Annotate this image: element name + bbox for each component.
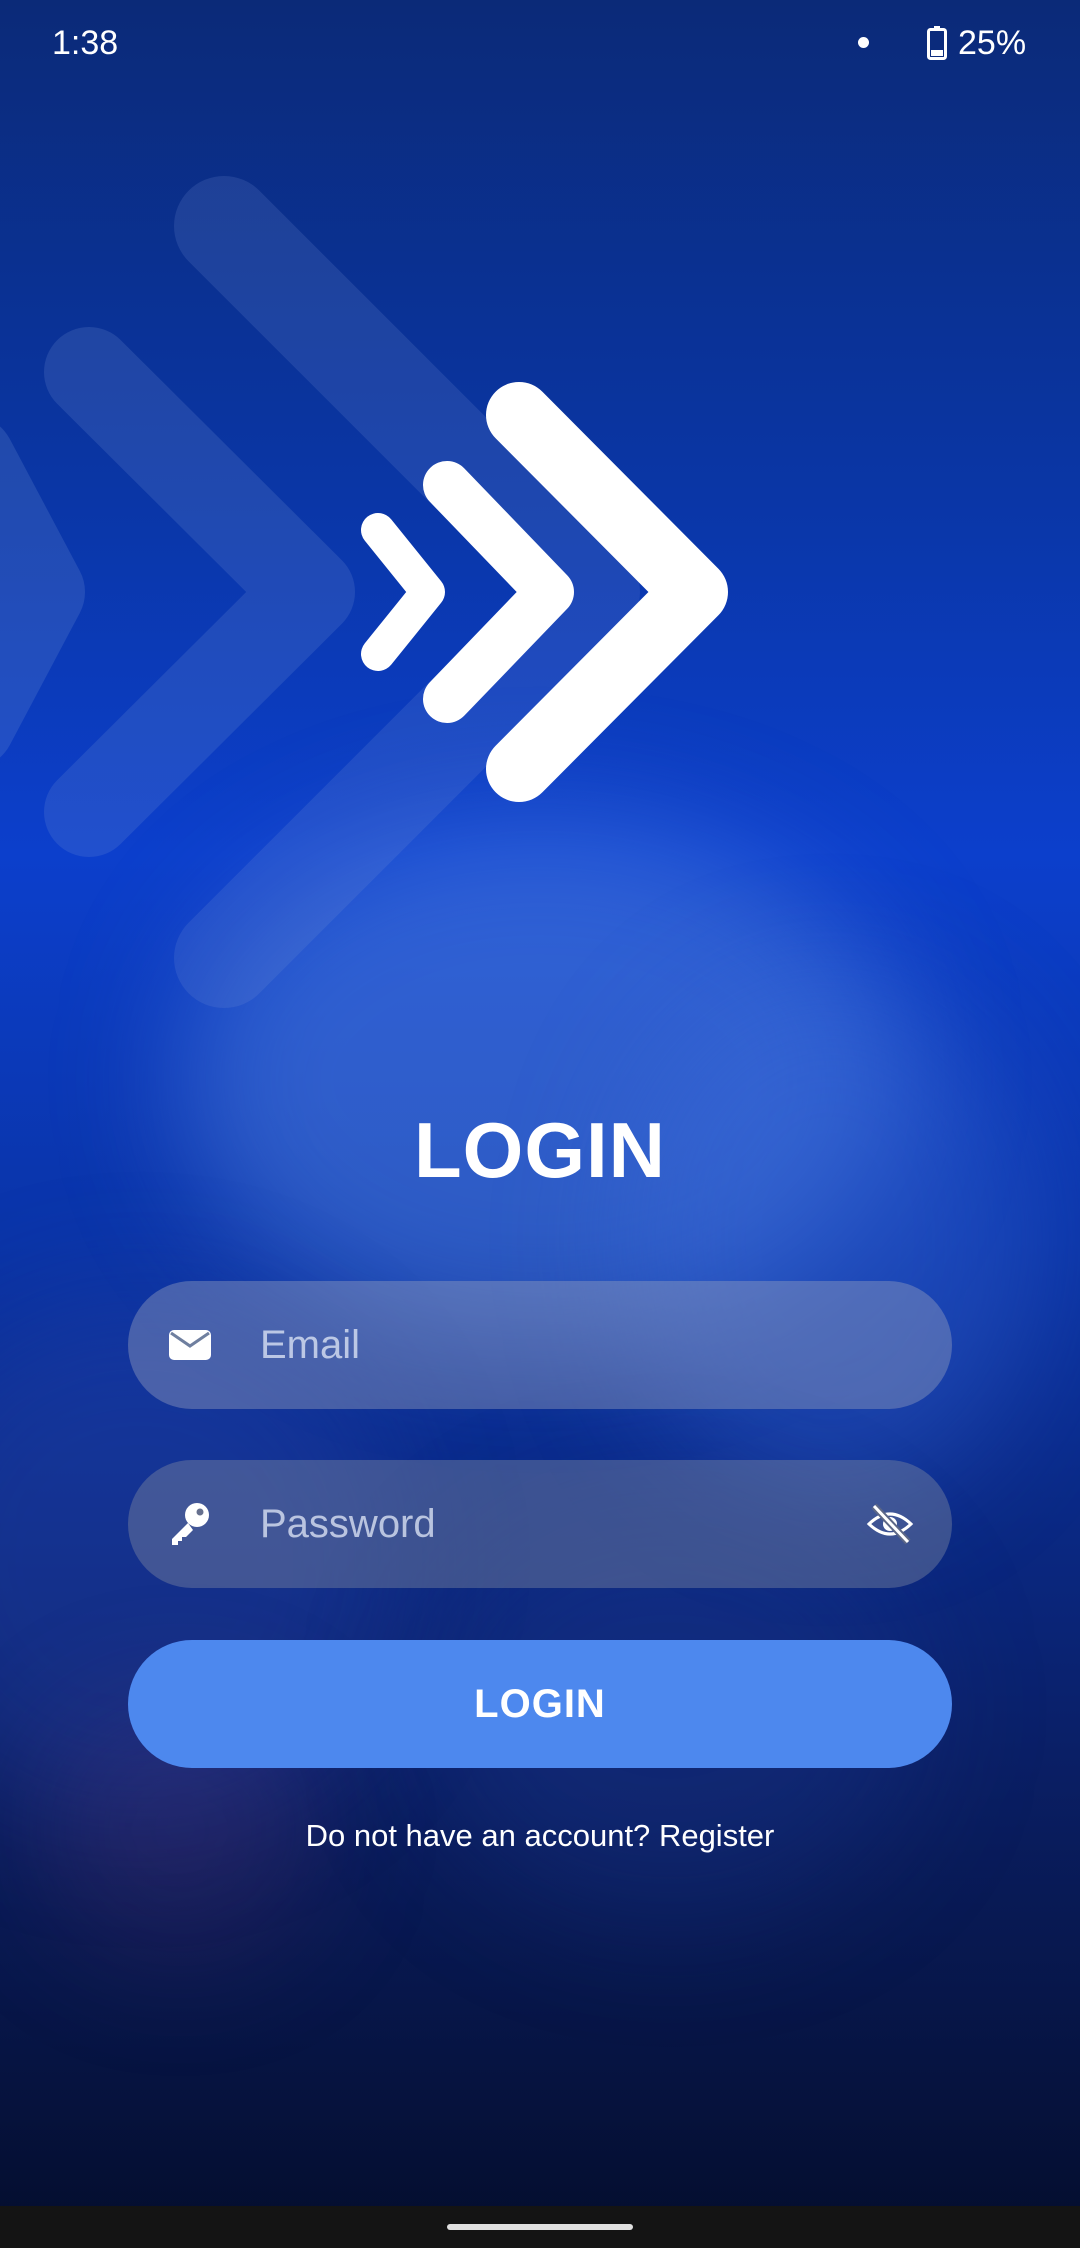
email-field[interactable] [128, 1281, 952, 1409]
register-link[interactable]: Register [659, 1818, 774, 1853]
no-account-text: Do not have an account? [305, 1818, 651, 1853]
navigation-bar [0, 2206, 1080, 2248]
login-screen: 1:38 25% LOGIN Email LOGIN Do not have a… [0, 0, 1080, 2248]
password-input[interactable] [260, 1460, 820, 1588]
eye-off-icon[interactable] [866, 1500, 914, 1548]
notification-dot [858, 37, 869, 48]
password-field[interactable] [128, 1460, 952, 1588]
status-bar: 1:38 25% [0, 0, 1080, 92]
battery-percentage: 25% [958, 24, 1027, 62]
login-button[interactable]: LOGIN [128, 1640, 952, 1768]
home-gesture-handle[interactable] [447, 2224, 633, 2230]
email-input[interactable] [260, 1281, 820, 1409]
background-glow [620, 980, 1040, 1500]
register-prompt: Do not have an account? Register [0, 1818, 1080, 1854]
page-title: LOGIN [414, 1106, 666, 1194]
key-icon [172, 1503, 209, 1545]
battery-icon [927, 26, 947, 60]
status-time: 1:38 [52, 24, 119, 62]
email-icon [169, 1330, 211, 1360]
app-logo-icon [0, 176, 728, 1008]
